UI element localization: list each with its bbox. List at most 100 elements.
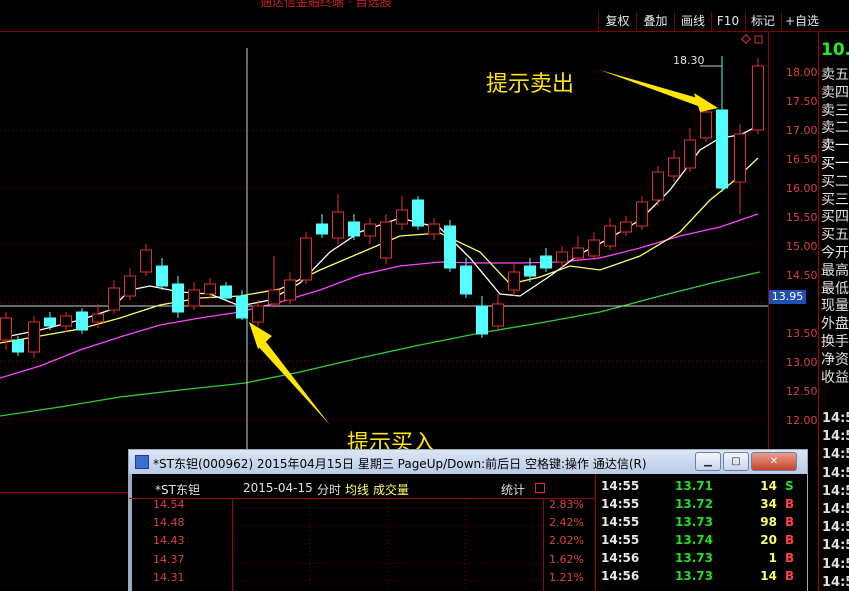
tick-row: 14:55 13.71 14 S xyxy=(599,479,803,497)
candle-body xyxy=(220,285,232,299)
pct-scale-label: 2.83% xyxy=(549,498,584,511)
price-axis-label: 17.00 xyxy=(786,124,818,137)
quote-tick-time: 14:5 xyxy=(822,556,849,572)
f10-button[interactable]: F10 xyxy=(711,12,744,31)
price-axis-label: 16.00 xyxy=(786,182,818,195)
candle-body xyxy=(12,339,24,353)
candle-body xyxy=(380,221,392,259)
price-scale-label: 14.43 xyxy=(153,534,185,547)
tick-row: 14:56 13.73 1 B xyxy=(599,551,803,569)
avg-line-label[interactable]: 均线 xyxy=(345,481,369,498)
quote-tick-time: 14:5 xyxy=(822,465,849,481)
price-axis-label: 14.50 xyxy=(786,269,818,282)
candle-body xyxy=(444,225,456,269)
maximize-icon[interactable]: □ xyxy=(723,452,749,471)
candle-body xyxy=(300,237,312,281)
candle-body xyxy=(172,283,184,313)
tick-time: 14:55 xyxy=(601,479,640,493)
candle-body xyxy=(268,289,280,305)
tick-price: 13.73 xyxy=(675,515,713,529)
close-icon[interactable]: ✕ xyxy=(751,452,797,471)
kline-chart[interactable]: 18.30 xyxy=(0,32,768,449)
candle-body xyxy=(236,295,248,319)
stats-toggle-icon[interactable] xyxy=(535,483,545,493)
tick-volume: 14 xyxy=(760,569,777,583)
mark-button[interactable]: 标记 xyxy=(745,12,780,31)
draw-line-button[interactable]: 画线 xyxy=(674,12,711,31)
tick-price: 13.73 xyxy=(675,551,713,565)
candle-body xyxy=(156,265,168,287)
price-axis-label: 18.00 xyxy=(786,66,818,79)
candle-body xyxy=(524,265,536,277)
price-axis-label: 13.50 xyxy=(786,327,818,340)
candle-body xyxy=(652,171,664,201)
ma-ten-line xyxy=(0,157,759,344)
price-axis-label: 15.00 xyxy=(786,240,818,253)
candle-body xyxy=(188,289,200,307)
pct-scale-label: 2.42% xyxy=(549,516,584,529)
candle-body xyxy=(476,305,488,335)
candle-body xyxy=(316,223,328,235)
candle-body xyxy=(620,221,632,233)
candle-body xyxy=(284,279,296,301)
price-axis-label: 13.00 xyxy=(786,356,818,369)
cursor-price-badge: 13.95 xyxy=(769,290,806,304)
candle-body xyxy=(492,303,504,327)
tick-time: 14:55 xyxy=(601,515,640,529)
candle-body xyxy=(700,111,712,139)
stats-label[interactable]: 统计 xyxy=(501,481,525,498)
tick-volume: 98 xyxy=(760,515,777,529)
price-scale-label: 14.37 xyxy=(153,553,185,566)
price-scale-label: 14.54 xyxy=(153,498,185,511)
tick-row: 14:55 13.74 20 B xyxy=(599,533,803,551)
header-bar: 通达信金融终端 · 自选股 复权 叠加 画线 F10 标记 +自选 xyxy=(0,0,849,32)
tick-time: 14:56 xyxy=(601,551,640,565)
chart-diamond-icon xyxy=(741,34,751,44)
candle-body xyxy=(108,287,120,311)
volume-label[interactable]: 成交量 xyxy=(373,481,409,498)
quote-tick-time: 14:5 xyxy=(822,574,849,590)
tick-row: 14:56 13.73 14 B xyxy=(599,569,803,587)
intraday-window[interactable]: *ST东钽(000962) 2015年04月15日 星期三 PageUp/Dow… xyxy=(128,449,808,591)
tick-time: 14:55 xyxy=(601,497,640,511)
tick-volume: 20 xyxy=(760,533,777,547)
quote-field-label: 收益 xyxy=(821,369,849,386)
buy-arrow xyxy=(249,322,330,425)
candle-body xyxy=(460,265,472,295)
candle-body xyxy=(572,247,584,259)
latest-price: 10. xyxy=(821,40,849,60)
tick-volume: 34 xyxy=(760,497,777,511)
sell-hint-label: 提示卖出 xyxy=(486,72,575,97)
price-axis-label: 16.50 xyxy=(786,153,818,166)
tick-price: 13.74 xyxy=(675,533,713,547)
window-titlebar[interactable]: *ST东钽(000962) 2015年04月15日 星期三 PageUp/Dow… xyxy=(129,450,807,474)
candle-body xyxy=(412,199,424,227)
candle-body xyxy=(716,109,728,189)
tick-price: 13.72 xyxy=(675,497,713,511)
price-axis: 18.00 17.50 17.00 16.50 16.00 15.50 15.0… xyxy=(768,32,819,449)
price-scale-label: 14.48 xyxy=(153,516,185,529)
candle-body xyxy=(124,275,136,297)
intraday-chart[interactable]: *ST东钽 2015-04-15 分时 均线 成交量 统计 14.54 14.4… xyxy=(129,474,595,591)
add-favorite-button[interactable]: +自选 xyxy=(781,12,822,31)
tick-side: B xyxy=(785,533,795,547)
high-price-label: 18.30 xyxy=(673,54,705,67)
pct-scale-label: 1.21% xyxy=(549,571,584,584)
candles xyxy=(0,56,764,358)
pct-scale-label: 2.02% xyxy=(549,534,584,547)
quote-tick-time: 14:5 xyxy=(822,502,849,517)
pct-scale-label: 1.62% xyxy=(549,553,584,566)
overlay-button[interactable]: 叠加 xyxy=(636,12,674,31)
tick-row: 14:55 13.73 98 B xyxy=(599,515,803,533)
tick-price: 13.73 xyxy=(675,569,713,583)
restore-rights-button[interactable]: 复权 xyxy=(598,12,636,31)
candle-body xyxy=(60,315,72,327)
minimize-icon[interactable]: ▁ xyxy=(695,452,721,471)
price-axis-label: 12.50 xyxy=(786,385,818,398)
candle-body xyxy=(540,255,552,269)
quote-tick-time: 14:5 xyxy=(822,520,849,536)
chart-square-icon xyxy=(754,35,763,44)
candle-body xyxy=(76,311,88,331)
candle-body xyxy=(348,221,360,237)
candle-body xyxy=(204,283,216,295)
